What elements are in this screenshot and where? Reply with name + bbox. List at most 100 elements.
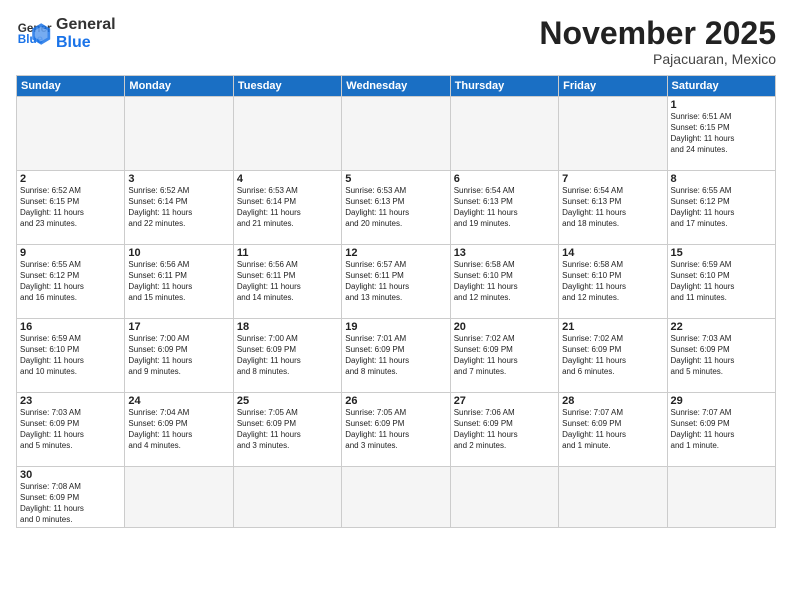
day-number: 25 bbox=[237, 395, 338, 407]
table-row bbox=[233, 97, 341, 171]
table-row: 9Sunrise: 6:55 AMSunset: 6:12 PMDaylight… bbox=[17, 245, 125, 319]
day-number: 1 bbox=[671, 99, 772, 111]
day-number: 3 bbox=[128, 173, 229, 185]
table-row: 18Sunrise: 7:00 AMSunset: 6:09 PMDayligh… bbox=[233, 319, 341, 393]
month-title: November 2025 bbox=[539, 16, 776, 51]
cell-info: Sunrise: 6:55 AMSunset: 6:12 PMDaylight:… bbox=[671, 186, 772, 229]
table-row bbox=[233, 467, 341, 528]
table-row: 5Sunrise: 6:53 AMSunset: 6:13 PMDaylight… bbox=[342, 171, 450, 245]
logo: General Blue General Blue bbox=[16, 16, 116, 52]
location: Pajacuaran, Mexico bbox=[539, 51, 776, 67]
table-row bbox=[342, 467, 450, 528]
table-row: 27Sunrise: 7:06 AMSunset: 6:09 PMDayligh… bbox=[450, 393, 558, 467]
day-number: 13 bbox=[454, 247, 555, 259]
day-number: 8 bbox=[671, 173, 772, 185]
col-monday: Monday bbox=[125, 76, 233, 97]
cell-info: Sunrise: 6:53 AMSunset: 6:14 PMDaylight:… bbox=[237, 186, 338, 229]
day-number: 14 bbox=[562, 247, 663, 259]
table-row: 22Sunrise: 7:03 AMSunset: 6:09 PMDayligh… bbox=[667, 319, 775, 393]
cell-info: Sunrise: 6:54 AMSunset: 6:13 PMDaylight:… bbox=[454, 186, 555, 229]
table-row: 24Sunrise: 7:04 AMSunset: 6:09 PMDayligh… bbox=[125, 393, 233, 467]
cell-info: Sunrise: 7:03 AMSunset: 6:09 PMDaylight:… bbox=[20, 408, 121, 451]
day-number: 21 bbox=[562, 321, 663, 333]
day-number: 20 bbox=[454, 321, 555, 333]
table-row: 21Sunrise: 7:02 AMSunset: 6:09 PMDayligh… bbox=[559, 319, 667, 393]
cell-info: Sunrise: 6:53 AMSunset: 6:13 PMDaylight:… bbox=[345, 186, 446, 229]
day-number: 24 bbox=[128, 395, 229, 407]
day-number: 5 bbox=[345, 173, 446, 185]
cell-info: Sunrise: 7:05 AMSunset: 6:09 PMDaylight:… bbox=[237, 408, 338, 451]
table-row: 15Sunrise: 6:59 AMSunset: 6:10 PMDayligh… bbox=[667, 245, 775, 319]
cell-info: Sunrise: 6:56 AMSunset: 6:11 PMDaylight:… bbox=[237, 260, 338, 303]
table-row bbox=[342, 97, 450, 171]
table-row: 25Sunrise: 7:05 AMSunset: 6:09 PMDayligh… bbox=[233, 393, 341, 467]
table-row: 4Sunrise: 6:53 AMSunset: 6:14 PMDaylight… bbox=[233, 171, 341, 245]
day-number: 18 bbox=[237, 321, 338, 333]
table-row: 11Sunrise: 6:56 AMSunset: 6:11 PMDayligh… bbox=[233, 245, 341, 319]
col-wednesday: Wednesday bbox=[342, 76, 450, 97]
cell-info: Sunrise: 7:02 AMSunset: 6:09 PMDaylight:… bbox=[454, 334, 555, 377]
cell-info: Sunrise: 7:07 AMSunset: 6:09 PMDaylight:… bbox=[671, 408, 772, 451]
cell-info: Sunrise: 6:58 AMSunset: 6:10 PMDaylight:… bbox=[562, 260, 663, 303]
table-row: 10Sunrise: 6:56 AMSunset: 6:11 PMDayligh… bbox=[125, 245, 233, 319]
cell-info: Sunrise: 7:02 AMSunset: 6:09 PMDaylight:… bbox=[562, 334, 663, 377]
cell-info: Sunrise: 6:59 AMSunset: 6:10 PMDaylight:… bbox=[20, 334, 121, 377]
col-friday: Friday bbox=[559, 76, 667, 97]
logo-blue: Blue bbox=[56, 34, 116, 52]
cell-info: Sunrise: 6:52 AMSunset: 6:14 PMDaylight:… bbox=[128, 186, 229, 229]
day-number: 9 bbox=[20, 247, 121, 259]
cell-info: Sunrise: 7:01 AMSunset: 6:09 PMDaylight:… bbox=[345, 334, 446, 377]
col-saturday: Saturday bbox=[667, 76, 775, 97]
table-row bbox=[559, 97, 667, 171]
cell-info: Sunrise: 7:04 AMSunset: 6:09 PMDaylight:… bbox=[128, 408, 229, 451]
cell-info: Sunrise: 6:59 AMSunset: 6:10 PMDaylight:… bbox=[671, 260, 772, 303]
table-row: 2Sunrise: 6:52 AMSunset: 6:15 PMDaylight… bbox=[17, 171, 125, 245]
table-row: 1Sunrise: 6:51 AMSunset: 6:15 PMDaylight… bbox=[667, 97, 775, 171]
day-number: 15 bbox=[671, 247, 772, 259]
table-row: 28Sunrise: 7:07 AMSunset: 6:09 PMDayligh… bbox=[559, 393, 667, 467]
day-number: 7 bbox=[562, 173, 663, 185]
table-row: 30Sunrise: 7:08 AMSunset: 6:09 PMDayligh… bbox=[17, 467, 125, 528]
day-number: 12 bbox=[345, 247, 446, 259]
cell-info: Sunrise: 7:06 AMSunset: 6:09 PMDaylight:… bbox=[454, 408, 555, 451]
day-number: 4 bbox=[237, 173, 338, 185]
table-row bbox=[450, 467, 558, 528]
table-row: 7Sunrise: 6:54 AMSunset: 6:13 PMDaylight… bbox=[559, 171, 667, 245]
header: General Blue General Blue November 2025 … bbox=[16, 16, 776, 67]
title-block: November 2025 Pajacuaran, Mexico bbox=[539, 16, 776, 67]
cell-info: Sunrise: 7:08 AMSunset: 6:09 PMDaylight:… bbox=[20, 482, 121, 525]
page: General Blue General Blue November 2025 … bbox=[0, 0, 792, 612]
col-thursday: Thursday bbox=[450, 76, 558, 97]
cell-info: Sunrise: 6:52 AMSunset: 6:15 PMDaylight:… bbox=[20, 186, 121, 229]
table-row: 29Sunrise: 7:07 AMSunset: 6:09 PMDayligh… bbox=[667, 393, 775, 467]
cell-info: Sunrise: 7:00 AMSunset: 6:09 PMDaylight:… bbox=[237, 334, 338, 377]
table-row: 26Sunrise: 7:05 AMSunset: 6:09 PMDayligh… bbox=[342, 393, 450, 467]
table-row: 3Sunrise: 6:52 AMSunset: 6:14 PMDaylight… bbox=[125, 171, 233, 245]
table-row: 12Sunrise: 6:57 AMSunset: 6:11 PMDayligh… bbox=[342, 245, 450, 319]
cell-info: Sunrise: 7:00 AMSunset: 6:09 PMDaylight:… bbox=[128, 334, 229, 377]
cell-info: Sunrise: 6:56 AMSunset: 6:11 PMDaylight:… bbox=[128, 260, 229, 303]
col-tuesday: Tuesday bbox=[233, 76, 341, 97]
day-number: 28 bbox=[562, 395, 663, 407]
day-number: 27 bbox=[454, 395, 555, 407]
table-row: 17Sunrise: 7:00 AMSunset: 6:09 PMDayligh… bbox=[125, 319, 233, 393]
cell-info: Sunrise: 7:03 AMSunset: 6:09 PMDaylight:… bbox=[671, 334, 772, 377]
cell-info: Sunrise: 6:51 AMSunset: 6:15 PMDaylight:… bbox=[671, 112, 772, 155]
table-row: 8Sunrise: 6:55 AMSunset: 6:12 PMDaylight… bbox=[667, 171, 775, 245]
day-number: 11 bbox=[237, 247, 338, 259]
table-row: 19Sunrise: 7:01 AMSunset: 6:09 PMDayligh… bbox=[342, 319, 450, 393]
cell-info: Sunrise: 6:57 AMSunset: 6:11 PMDaylight:… bbox=[345, 260, 446, 303]
table-row bbox=[125, 97, 233, 171]
cell-info: Sunrise: 6:55 AMSunset: 6:12 PMDaylight:… bbox=[20, 260, 121, 303]
col-sunday: Sunday bbox=[17, 76, 125, 97]
day-number: 16 bbox=[20, 321, 121, 333]
day-number: 22 bbox=[671, 321, 772, 333]
table-row bbox=[667, 467, 775, 528]
day-number: 29 bbox=[671, 395, 772, 407]
table-row bbox=[450, 97, 558, 171]
day-number: 19 bbox=[345, 321, 446, 333]
logo-icon: General Blue bbox=[16, 16, 52, 52]
table-row bbox=[559, 467, 667, 528]
table-row: 14Sunrise: 6:58 AMSunset: 6:10 PMDayligh… bbox=[559, 245, 667, 319]
day-number: 6 bbox=[454, 173, 555, 185]
